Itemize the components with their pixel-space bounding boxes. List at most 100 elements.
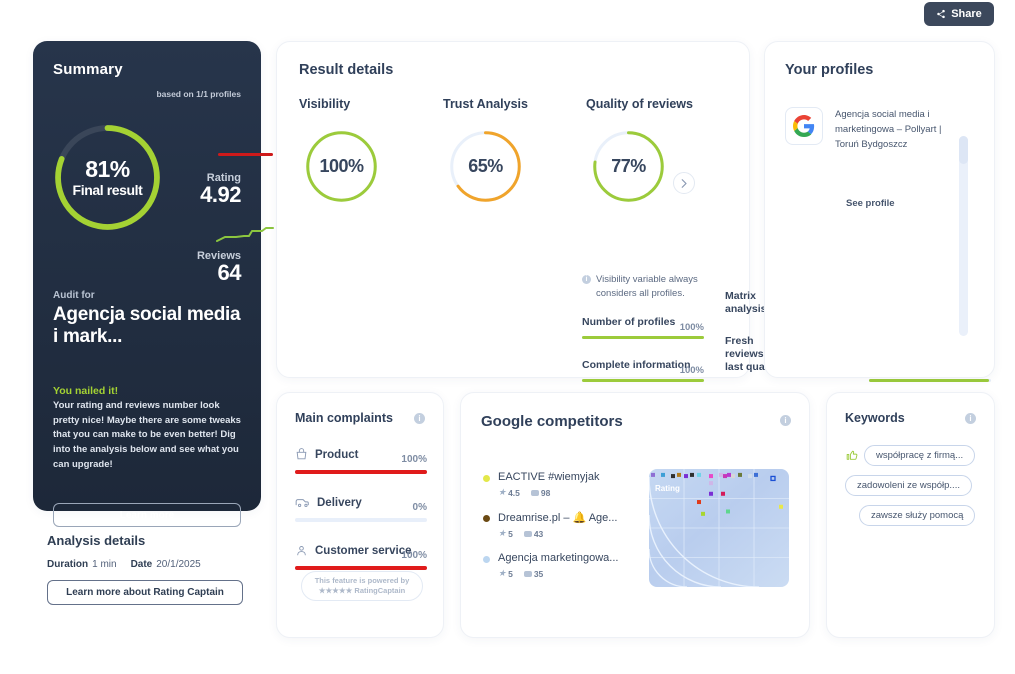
competitor-stats: ★ 5 43 (498, 528, 617, 539)
main-complaints-header: Main complaints i (295, 411, 425, 425)
profile-list-item[interactable]: Agencja social media i marketingowa – Po… (785, 107, 953, 153)
scatter-plot-svg: Rating (649, 469, 789, 587)
competitor-reviews-value: 35 (533, 568, 544, 579)
competitor-reviews-value: 43 (533, 528, 544, 539)
analysis-details-meta: Duration 1 min Date 20/1/2025 (47, 559, 262, 570)
comment-icon (523, 530, 532, 537)
learn-more-button[interactable]: Learn more (53, 503, 241, 527)
powered-by-line2: ★★★★★ RatingCaptain (318, 586, 406, 595)
keyword-row: zadowoleni ze współp.... (845, 475, 972, 496)
metric-value: 100% (679, 365, 704, 376)
competitor-name: Agencja marketingowa... (498, 552, 619, 564)
gauge-trust-analysis: Trust Analysis 65% (443, 97, 576, 204)
visibility-hint: i Visibility variable always considers a… (582, 273, 727, 301)
complaint-label: Product (315, 448, 359, 461)
fresh-reviews-label-line1: Fresh reviews (725, 335, 764, 361)
metric-bar (869, 379, 991, 382)
profiles-scrollbar[interactable] (959, 136, 968, 336)
competitor-color-dot (483, 556, 490, 563)
google-icon (785, 107, 823, 145)
keyword-row: współpracę z firmą... (845, 445, 976, 466)
complaint-product: Product 100% (295, 448, 427, 474)
svg-text:Rating: Rating (655, 484, 680, 493)
complaint-bar (295, 518, 427, 522)
competitor-reviews: 98 (530, 488, 550, 498)
your-profiles-title: Your profiles (785, 62, 874, 78)
audit-for-label: Audit for (53, 290, 95, 301)
metric-bar (582, 336, 704, 339)
final-result-donut: 81% Final result (50, 120, 165, 235)
profiles-scrollbar-thumb[interactable] (959, 136, 968, 164)
info-icon: i (582, 275, 591, 284)
gauge-quality-of-reviews: Quality of reviews 77% (586, 97, 719, 204)
profile-name: Agencja social media i marketingowa – Po… (835, 109, 942, 151)
verdict-body: Your rating and reviews number look pret… (53, 400, 241, 470)
date-value: 20/1/2025 (156, 559, 201, 570)
competitor-list-item[interactable]: Dreamrise.pl – 🔔 Age... ★ 5 43 (483, 511, 658, 539)
metric-bar-fill (582, 336, 704, 339)
powered-by-badge[interactable]: This feature is powered by ★★★★★ RatingC… (301, 571, 423, 601)
competitor-rating: ★ 4.5 (498, 487, 520, 498)
share-button[interactable]: Share (924, 2, 994, 26)
info-icon[interactable]: i (780, 415, 791, 426)
learn-more-rating-captain-button[interactable]: Learn more about Rating Captain (47, 580, 243, 605)
reviews-value: 64 (217, 260, 242, 285)
gauge-trust-percent: 65% (468, 156, 503, 176)
gauge-quality-percent: 77% (611, 156, 646, 176)
visibility-hint-text: Visibility variable always considers all… (596, 274, 698, 299)
basket-icon (296, 448, 307, 460)
competitor-rating: ★ 5 (498, 528, 513, 539)
date-label: Date (130, 559, 153, 570)
gauge-quality-ring: 77% (591, 129, 666, 204)
competitor-list-item[interactable]: Agencja marketingowa... ★ 5 35 (483, 552, 658, 579)
complaint-label: Customer service (315, 544, 412, 557)
rating-divider (218, 153, 273, 156)
complaint-customer-service: Customer service 100% (295, 544, 427, 570)
google-g-icon (793, 115, 815, 137)
thumbs-up-icon (846, 450, 858, 460)
competitors-scatter-chart[interactable]: Rating (649, 469, 789, 587)
competitor-stats: ★ 5 35 (498, 568, 618, 579)
keyword-pill[interactable]: współpracę z firmą... (864, 445, 976, 466)
keyword-pill[interactable]: zadowoleni ze współp.... (845, 475, 972, 496)
competitor-rating-value: 5 (508, 528, 513, 539)
complaint-value: 0% (412, 502, 427, 513)
competitor-list: EACTIVE #wiemyjak ★ 4.5 98 Dreamrise.pl –… (483, 471, 658, 592)
see-profile-link[interactable]: See profile (846, 198, 895, 209)
keywords-title: Keywords (845, 411, 905, 425)
competitor-rating: ★ 5 (498, 568, 513, 579)
based-on-profiles: based on 1/1 profiles (156, 89, 241, 99)
result-details-title: Result details (299, 62, 394, 78)
your-profiles-card: Your profiles Agencja social media i mar… (764, 41, 995, 378)
info-icon[interactable]: i (414, 412, 425, 424)
google-competitors-card: Google competitors i EACTIVE #wiemyjak ★… (460, 392, 810, 638)
comment-icon (530, 489, 539, 496)
complaint-bar (295, 470, 427, 474)
info-icon[interactable]: i (965, 412, 976, 424)
gauge-visibility-label: Visibility (299, 97, 351, 111)
complaint-header: Delivery (295, 496, 427, 509)
competitor-reviews: 43 (523, 528, 544, 539)
main-complaints-card: Main complaints i Product 100% Delivery … (276, 392, 444, 638)
audit-company-name: Agencja social media i mark... (53, 304, 241, 347)
metric-bar-fill (869, 379, 989, 382)
competitor-list-item[interactable]: EACTIVE #wiemyjak ★ 4.5 98 (483, 471, 658, 498)
google-competitors-title: Google competitors (481, 413, 623, 430)
star-icon: ★ (498, 528, 507, 538)
dashboard-page: Share Summary based on 1/1 profiles 81% … (0, 0, 1015, 674)
final-result-label: Final result (72, 182, 143, 198)
result-details-card: Result details Visibility 100% Trust Ana… (276, 41, 991, 382)
truck-icon (295, 499, 309, 507)
gauge-visibility: Visibility 100% (299, 97, 432, 204)
complaint-bar-fill (295, 470, 427, 474)
competitor-name: Dreamrise.pl – 🔔 Age... (498, 512, 618, 524)
summary-card: Summary based on 1/1 profiles 81% Final … (33, 41, 274, 527)
comment-icon (523, 570, 532, 577)
complaint-value: 100% (401, 550, 427, 561)
gauge-visibility-percent: 100% (319, 156, 364, 176)
gauge-visibility-ring: 100% (304, 129, 379, 204)
powered-by-line1: This feature is powered by (314, 575, 410, 585)
gauge-quality-label: Quality of reviews (586, 97, 693, 111)
analysis-details-section: Analysis details Duration 1 min Date 20/1/2… (47, 533, 262, 605)
keyword-pill[interactable]: zawsze służy pomocą (859, 505, 976, 526)
